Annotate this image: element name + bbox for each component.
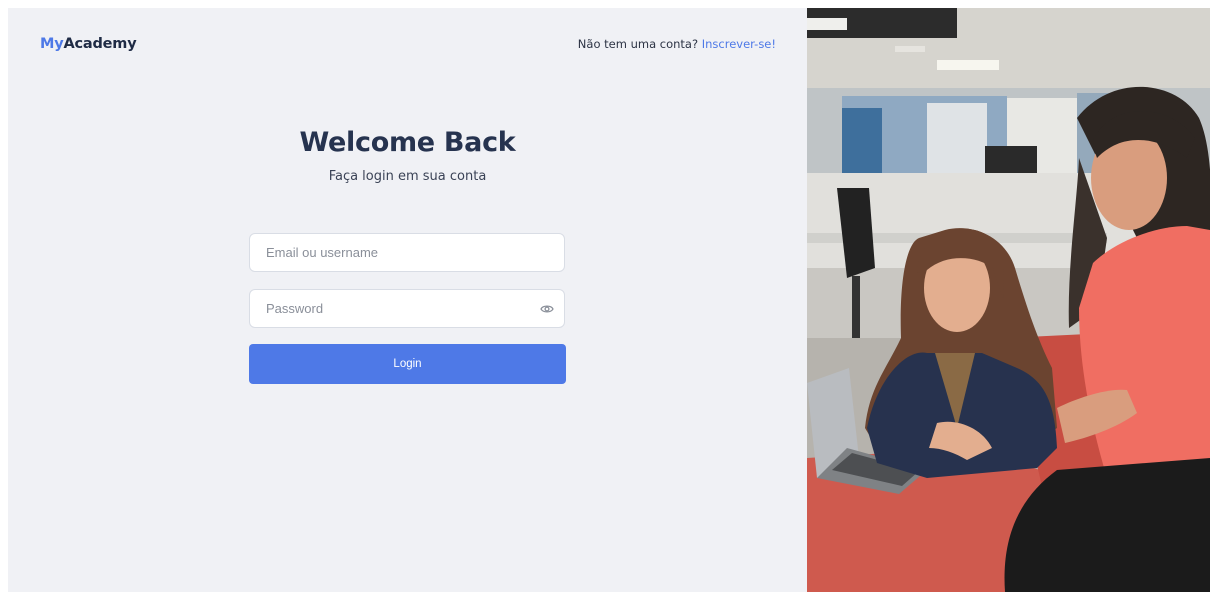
login-button[interactable]: Login [249, 344, 566, 384]
signup-prompt-text: Não tem uma conta? [577, 37, 699, 51]
page-subtitle: Faça login em sua conta [328, 169, 487, 184]
page-title: Welcome Back [299, 127, 516, 158]
brand-logo-prefix: My [40, 36, 64, 52]
signup-link[interactable]: Inscrever-se! [702, 37, 776, 51]
password-field [249, 289, 565, 328]
login-panel: MyAcademy Não tem uma conta? Inscrever-s… [8, 8, 807, 592]
hero-photo-illustration [807, 8, 1210, 592]
brand-logo[interactable]: MyAcademy [40, 36, 137, 52]
hero-photo [807, 8, 1210, 592]
email-input[interactable] [250, 234, 564, 271]
password-input[interactable] [250, 290, 564, 327]
brand-logo-suffix: Academy [63, 36, 137, 52]
eye-icon[interactable] [539, 302, 555, 316]
email-field [249, 233, 565, 272]
page-frame: MyAcademy Não tem uma conta? Inscrever-s… [8, 8, 1210, 592]
signup-prompt: Não tem uma conta? Inscrever-se! [578, 37, 776, 51]
